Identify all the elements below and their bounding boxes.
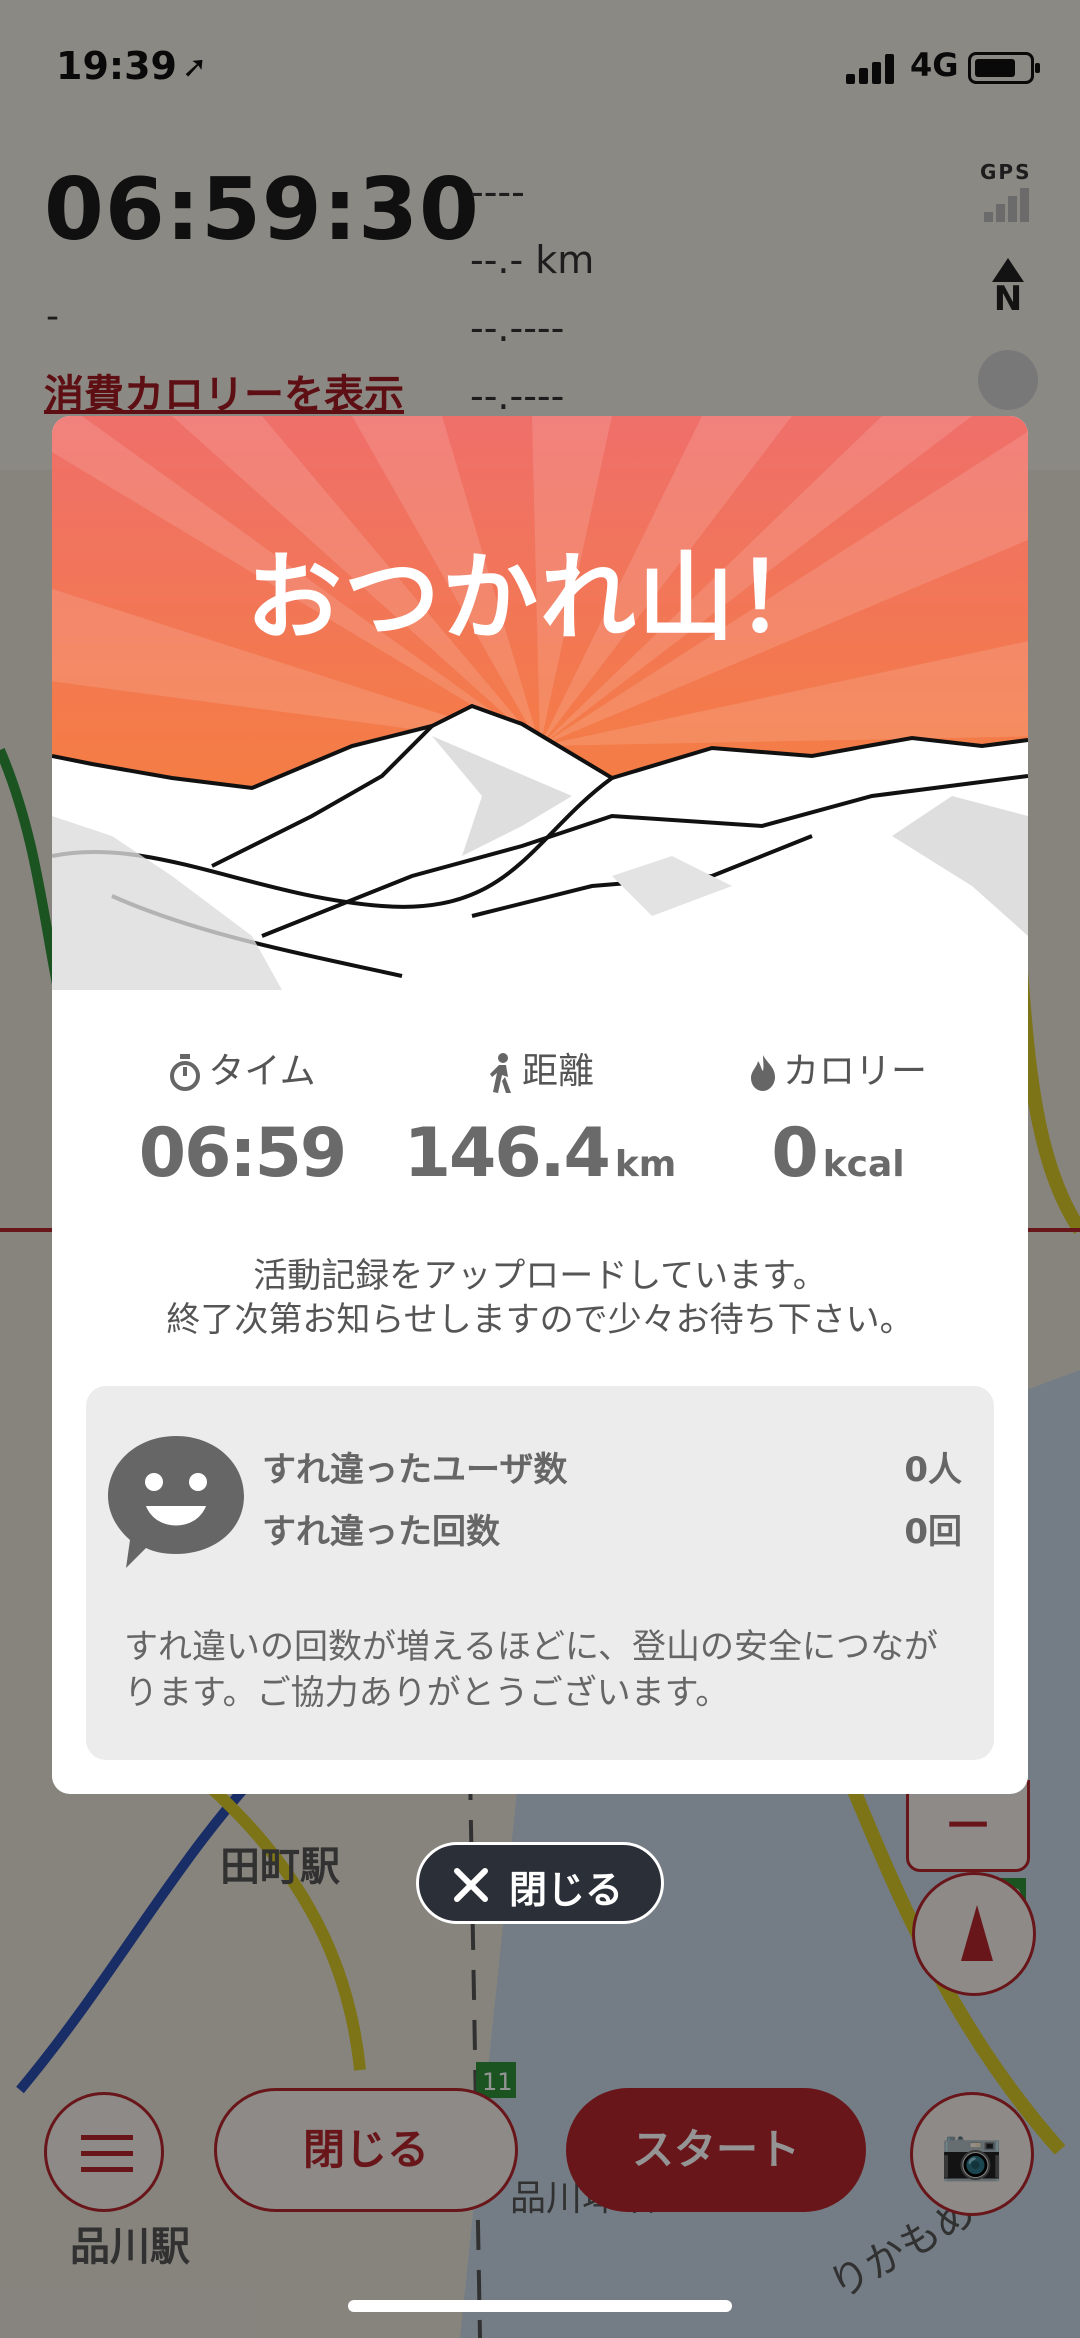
stat-time: タイム 06:59	[92, 1046, 392, 1193]
pass-users-row: すれ違ったユーザ数 0人	[262, 1442, 962, 1491]
pass-count-label: すれ違った回数	[262, 1512, 500, 1552]
flame-icon	[750, 1055, 775, 1091]
stat-calories: カロリー 0 kcal	[688, 1046, 988, 1193]
upload-message-line2: 終了次第お知らせしますので少々お待ち下さい。	[166, 1300, 914, 1340]
finish-dialog: おつかれ山！ タイム 06:59 距離 146.4 km カロリー 0 kcal…	[52, 416, 1028, 1794]
stat-time-value: 06:59	[138, 1114, 347, 1193]
dialog-close-button[interactable]: 閉じる	[416, 1842, 664, 1924]
smiley-chat-icon	[108, 1436, 244, 1568]
stat-time-label: タイム	[208, 1051, 316, 1092]
pass-count-row: すれ違った回数 0回	[262, 1504, 962, 1553]
stat-distance: 距離 146.4 km	[390, 1046, 690, 1193]
activity-stats: タイム 06:59 距離 146.4 km カロリー 0 kcal	[52, 1046, 1028, 1196]
stat-calories-label: カロリー	[782, 1051, 927, 1092]
stat-calories-value: 0	[771, 1114, 818, 1193]
walker-icon	[489, 1053, 511, 1093]
stopwatch-icon	[170, 1054, 201, 1091]
pass-count-value: 0回	[904, 1512, 962, 1552]
stat-calories-unit: kcal	[822, 1144, 905, 1185]
close-icon	[454, 1868, 488, 1902]
upload-message: 活動記録をアップロードしています。 終了次第お知らせしますので少々お待ち下さい。	[52, 1254, 1028, 1342]
stat-distance-value: 146.4	[403, 1114, 611, 1193]
home-indicator[interactable]	[348, 2300, 732, 2312]
dialog-title: おつかれ山！	[246, 542, 834, 654]
upload-message-line1: 活動記録をアップロードしています。	[253, 1256, 827, 1296]
pass-users-label: すれ違ったユーザ数	[262, 1450, 568, 1490]
pass-by-summary: すれ違ったユーザ数 0人 すれ違った回数 0回 すれ違いの回数が増えるほどに、登…	[86, 1386, 994, 1760]
hero-banner: おつかれ山！	[52, 416, 1028, 990]
stat-distance-unit: km	[614, 1144, 677, 1185]
pass-users-value: 0人	[904, 1450, 962, 1490]
dialog-close-label: 閉じる	[509, 1868, 624, 1912]
stat-distance-label: 距離	[521, 1051, 594, 1092]
pass-by-note: すれ違いの回数が増えるほどに、登山の安全につながります。ご協力ありがとうございま…	[124, 1627, 938, 1713]
